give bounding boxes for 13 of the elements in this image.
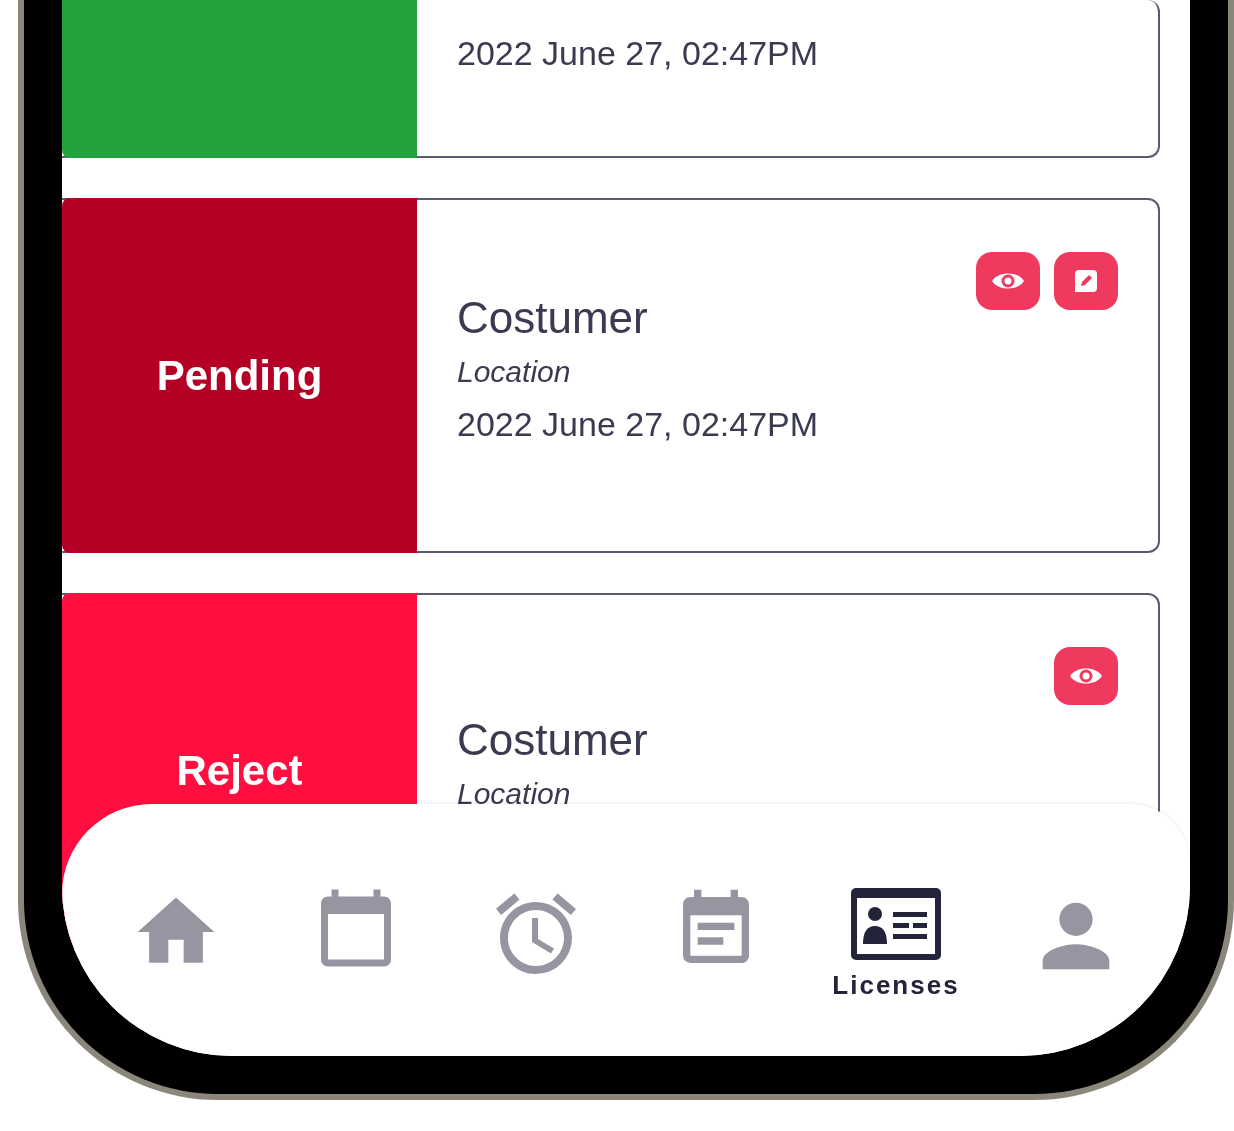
customer-name: Costumer <box>457 714 648 767</box>
view-button[interactable] <box>1054 647 1118 705</box>
status-label: Pending <box>156 351 323 401</box>
status-label: Reject <box>176 746 303 796</box>
id-card-icon <box>849 886 943 962</box>
edit-button[interactable] <box>1054 252 1118 310</box>
date-text: 2022 June 27, 02:47PM <box>457 403 819 445</box>
date-text: 2022 June 27, 02:47PM <box>457 33 819 74</box>
location-text: Location <box>457 776 572 813</box>
view-button[interactable] <box>976 252 1040 310</box>
customer-name: Costumer <box>457 292 649 344</box>
location-text: Location <box>457 354 572 390</box>
nav-tab[interactable]: Licenses <box>821 886 971 1005</box>
